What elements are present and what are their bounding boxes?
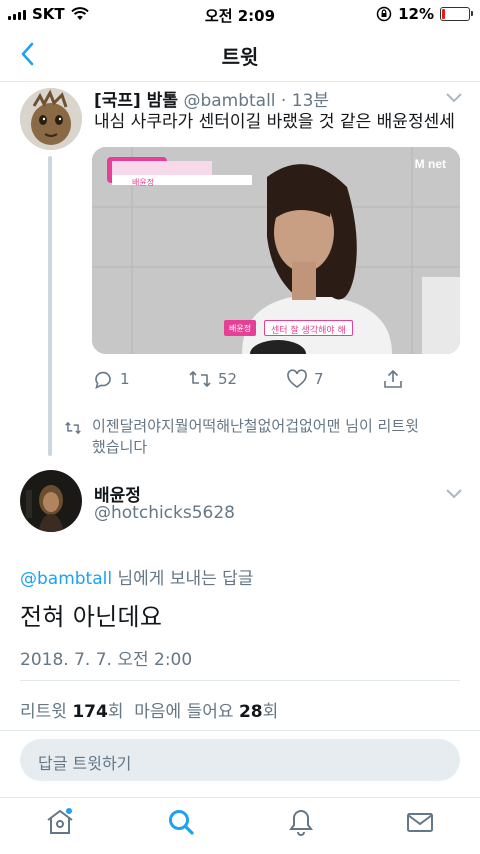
caption-name: 배윤정: [224, 320, 257, 336]
like-stat-label: 마음에 들어요: [134, 702, 234, 722]
like-stat-unit: 회: [262, 702, 279, 722]
status-bar: SKT 오전 2:09 12%: [0, 0, 480, 28]
retweet-icon: [65, 421, 81, 435]
tab-bar: [0, 797, 480, 854]
like-count: 7: [314, 370, 324, 388]
reply-icon: [95, 371, 111, 389]
author-handle[interactable]: @bambtall: [183, 91, 275, 111]
tweet-time: 13분: [291, 91, 330, 111]
tweet-timestamp: 2018. 7. 7. 오전 2:00: [20, 650, 193, 670]
share-button[interactable]: [382, 368, 404, 390]
messages-envelope-icon[interactable]: [404, 806, 436, 838]
author-name[interactable]: [국프] 밤톨: [94, 91, 178, 111]
replying-to: @bambtall 님에게 보내는 답글: [20, 564, 253, 589]
chevron-down-icon[interactable]: [445, 92, 463, 104]
mnet-logo: M net: [414, 157, 446, 171]
home-icon[interactable]: [44, 806, 76, 838]
reply-to-suffix: 님에게 보내는 답글: [112, 569, 254, 589]
retweeted-by-note[interactable]: 이젠달려야지뭘어떡해난철없어겁없어맨 님이 리트윗했습니다: [92, 416, 432, 458]
page-title: 트윗: [221, 45, 259, 69]
divider: [20, 680, 460, 681]
tweet-stats[interactable]: 리트윗 174회 마음에 들어요 28회: [20, 697, 278, 722]
retweet-count: 52: [218, 370, 238, 388]
caption-text: 센터 잘 생각해야 해: [264, 320, 353, 336]
notifications-bell-icon[interactable]: [285, 806, 317, 838]
thread-connector-line: [48, 156, 52, 456]
retweet-button[interactable]: 52: [188, 368, 237, 390]
media-badge-label: 배윤정: [132, 178, 155, 187]
reply-input[interactable]: 답글 트윗하기: [20, 739, 460, 781]
retweet-icon: [189, 371, 211, 387]
reply-button[interactable]: 1: [92, 368, 130, 390]
avatar[interactable]: [20, 88, 82, 150]
tweet-text: 전혀 아닌데요: [20, 603, 163, 631]
battery-percent: 12%: [398, 5, 434, 23]
share-icon: [384, 369, 402, 388]
tweet-media[interactable]: M net 배윤정 배윤정 센터 잘 생각해야 해: [92, 147, 460, 354]
nav-bar: 트윗: [0, 28, 480, 82]
tweet-header: [국프] 밤톨 @bambtall · 13분: [94, 91, 330, 111]
retweet-stat-count: 174: [72, 702, 108, 722]
reply-to-handle-link[interactable]: @bambtall: [20, 569, 112, 589]
battery-icon: [440, 7, 473, 21]
like-stat-count: 28: [238, 702, 263, 722]
avatar[interactable]: [20, 470, 82, 532]
author-handle[interactable]: @hotchicks5628: [94, 503, 235, 523]
retweet-stat-label: 리트윗: [20, 702, 67, 722]
orientation-lock-icon: [376, 6, 392, 22]
retweet-stat-unit: 회: [107, 702, 124, 722]
chevron-down-icon[interactable]: [445, 488, 463, 500]
tweet-actions: 1 52 7: [92, 368, 422, 392]
reply-count: 1: [120, 370, 130, 388]
tweet-text: 내심 사쿠라가 센터이길 바랬을 것 같은 배윤정센세: [94, 112, 455, 132]
like-button[interactable]: 7: [286, 368, 324, 390]
search-icon[interactable]: [165, 806, 197, 838]
heart-icon: [287, 369, 307, 388]
divider: [0, 730, 480, 731]
